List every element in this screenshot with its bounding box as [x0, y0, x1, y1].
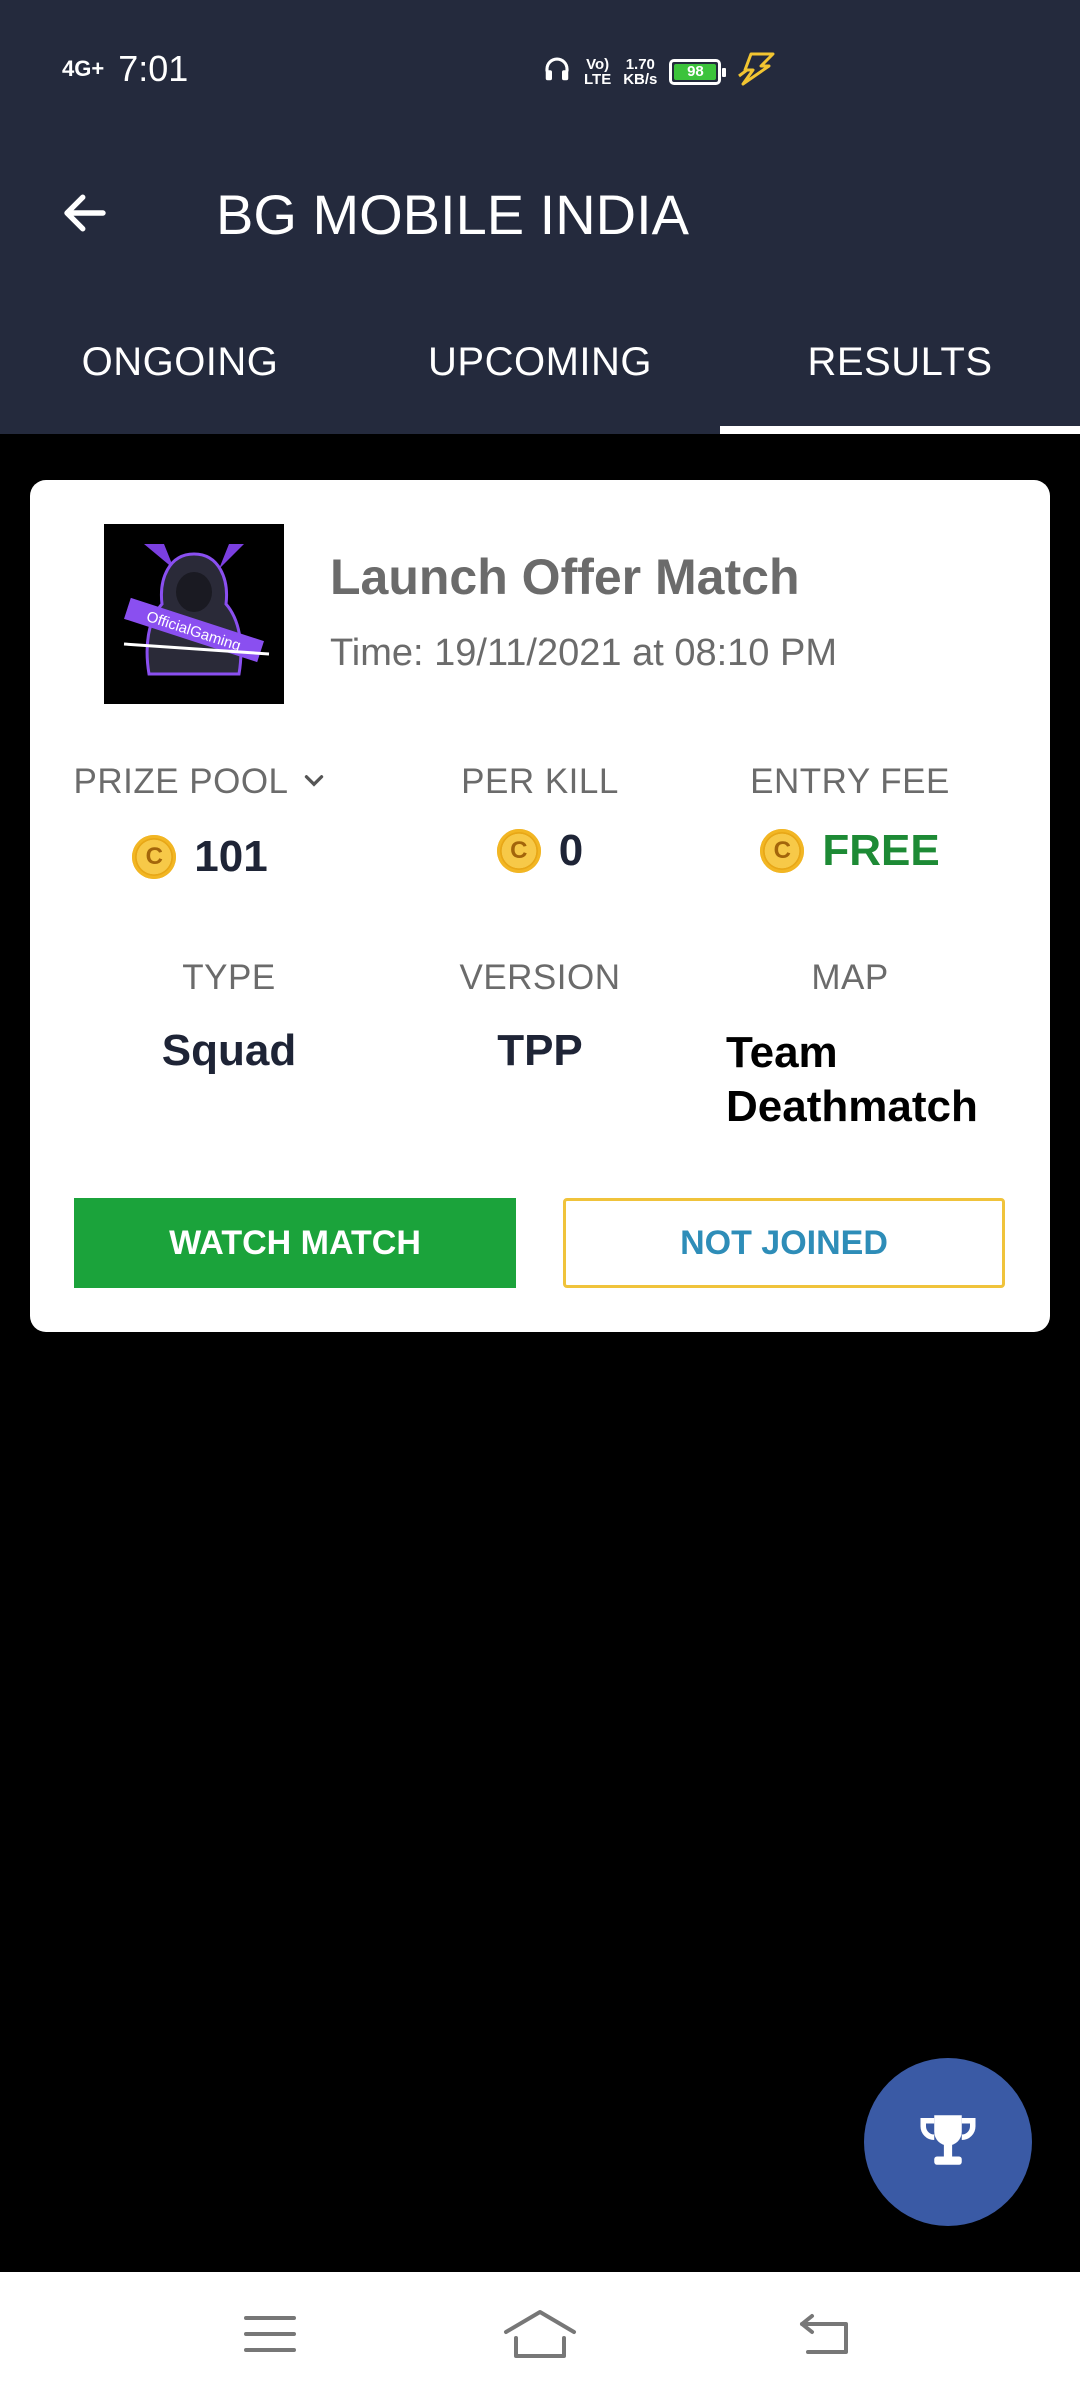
menu-icon: [242, 2312, 298, 2361]
entry-fee-value: FREE: [822, 826, 940, 875]
page-title: BG MOBILE INDIA: [216, 183, 689, 246]
home-icon: [502, 2308, 578, 2365]
network-indicator: 4G+: [62, 56, 105, 81]
match-time: Time: 19/11/2021 at 08:10 PM: [330, 632, 837, 674]
entry-fee: ENTRY FEE C FREE: [680, 762, 1020, 876]
headphones-icon: [542, 54, 572, 89]
map-value-line2: Deathmatch: [726, 1082, 978, 1131]
prize-pool[interactable]: PRIZE POOL C 101: [30, 762, 370, 882]
trophy-icon: [915, 2107, 981, 2178]
coin-icon: C: [132, 835, 177, 879]
chevron-down-icon[interactable]: [301, 762, 327, 802]
volte-bottom: LTE: [584, 70, 612, 88]
prize-pool-header: PRIZE POOL: [30, 762, 370, 802]
type-label: TYPE: [182, 958, 276, 997]
arrow-left-icon: [58, 186, 112, 245]
status-time: 7:01: [118, 48, 189, 89]
entry-fee-label: ENTRY FEE: [750, 762, 950, 801]
app-bar: BG MOBILE INDIA: [0, 140, 1080, 290]
match-card[interactable]: OfficialGaming Launch Offer Match Time: …: [30, 480, 1050, 1332]
battery-level: 98: [674, 63, 717, 80]
prize-pool-value: 101: [194, 832, 268, 881]
prize-pool-value-row: C 101: [30, 832, 370, 882]
per-kill: PER KILL C 0: [370, 762, 710, 876]
prize-pool-label: PRIZE POOL: [73, 762, 289, 801]
volte-indicator: Vo) LTE: [584, 57, 611, 87]
status-right: Vo) LTE 1.70 KB/s 98: [542, 52, 777, 91]
map-value: Team Deathmatch: [680, 1026, 1020, 1134]
charging-bolt-icon: [733, 52, 777, 91]
back-icon: [794, 2310, 854, 2363]
not-joined-button[interactable]: NOT JOINED: [563, 1198, 1005, 1288]
battery-icon: 98: [669, 58, 727, 85]
watch-match-button[interactable]: WATCH MATCH: [74, 1198, 516, 1288]
match-type: TYPE Squad: [59, 958, 399, 1076]
speed-unit: KB/s: [623, 70, 658, 88]
nav-back-button[interactable]: [784, 2304, 864, 2368]
tab-upcoming[interactable]: UPCOMING: [360, 290, 720, 434]
coin-icon: C: [496, 829, 541, 873]
per-kill-label: PER KILL: [461, 762, 619, 801]
network-speed: 1.70 KB/s: [623, 57, 657, 87]
tab-ongoing[interactable]: ONGOING: [0, 290, 360, 434]
speed-value: 1.70: [625, 55, 655, 73]
version-value: TPP: [497, 1026, 583, 1075]
type-value: Squad: [161, 1026, 297, 1075]
coin-icon: C: [760, 829, 805, 873]
tab-results[interactable]: RESULTS: [720, 290, 1080, 434]
match-avatar: OfficialGaming: [104, 524, 284, 704]
match-map: MAP Team Deathmatch: [680, 958, 1020, 1134]
system-nav-bar: [0, 2272, 1080, 2400]
nav-home-button[interactable]: [500, 2304, 580, 2368]
match-title: Launch Offer Match: [330, 549, 800, 605]
status-left: 4G+ 7:01: [62, 48, 188, 90]
tab-bar: ONGOING UPCOMING RESULTS: [0, 290, 1080, 434]
trophy-fab-button[interactable]: [864, 2058, 1032, 2226]
volte-top: Vo): [586, 55, 610, 73]
match-version: VERSION TPP: [370, 958, 710, 1076]
map-value-line1: Team: [726, 1028, 838, 1077]
back-button[interactable]: [50, 180, 120, 250]
nav-menu-button[interactable]: [230, 2304, 310, 2368]
version-label: VERSION: [459, 958, 621, 997]
per-kill-value: 0: [558, 826, 584, 875]
status-bar: 4G+ 7:01 Vo) LTE 1.70 KB/s 98: [0, 0, 1080, 140]
entry-fee-value-row: C FREE: [680, 826, 1020, 876]
map-label: MAP: [811, 958, 889, 997]
per-kill-value-row: C 0: [370, 826, 710, 876]
